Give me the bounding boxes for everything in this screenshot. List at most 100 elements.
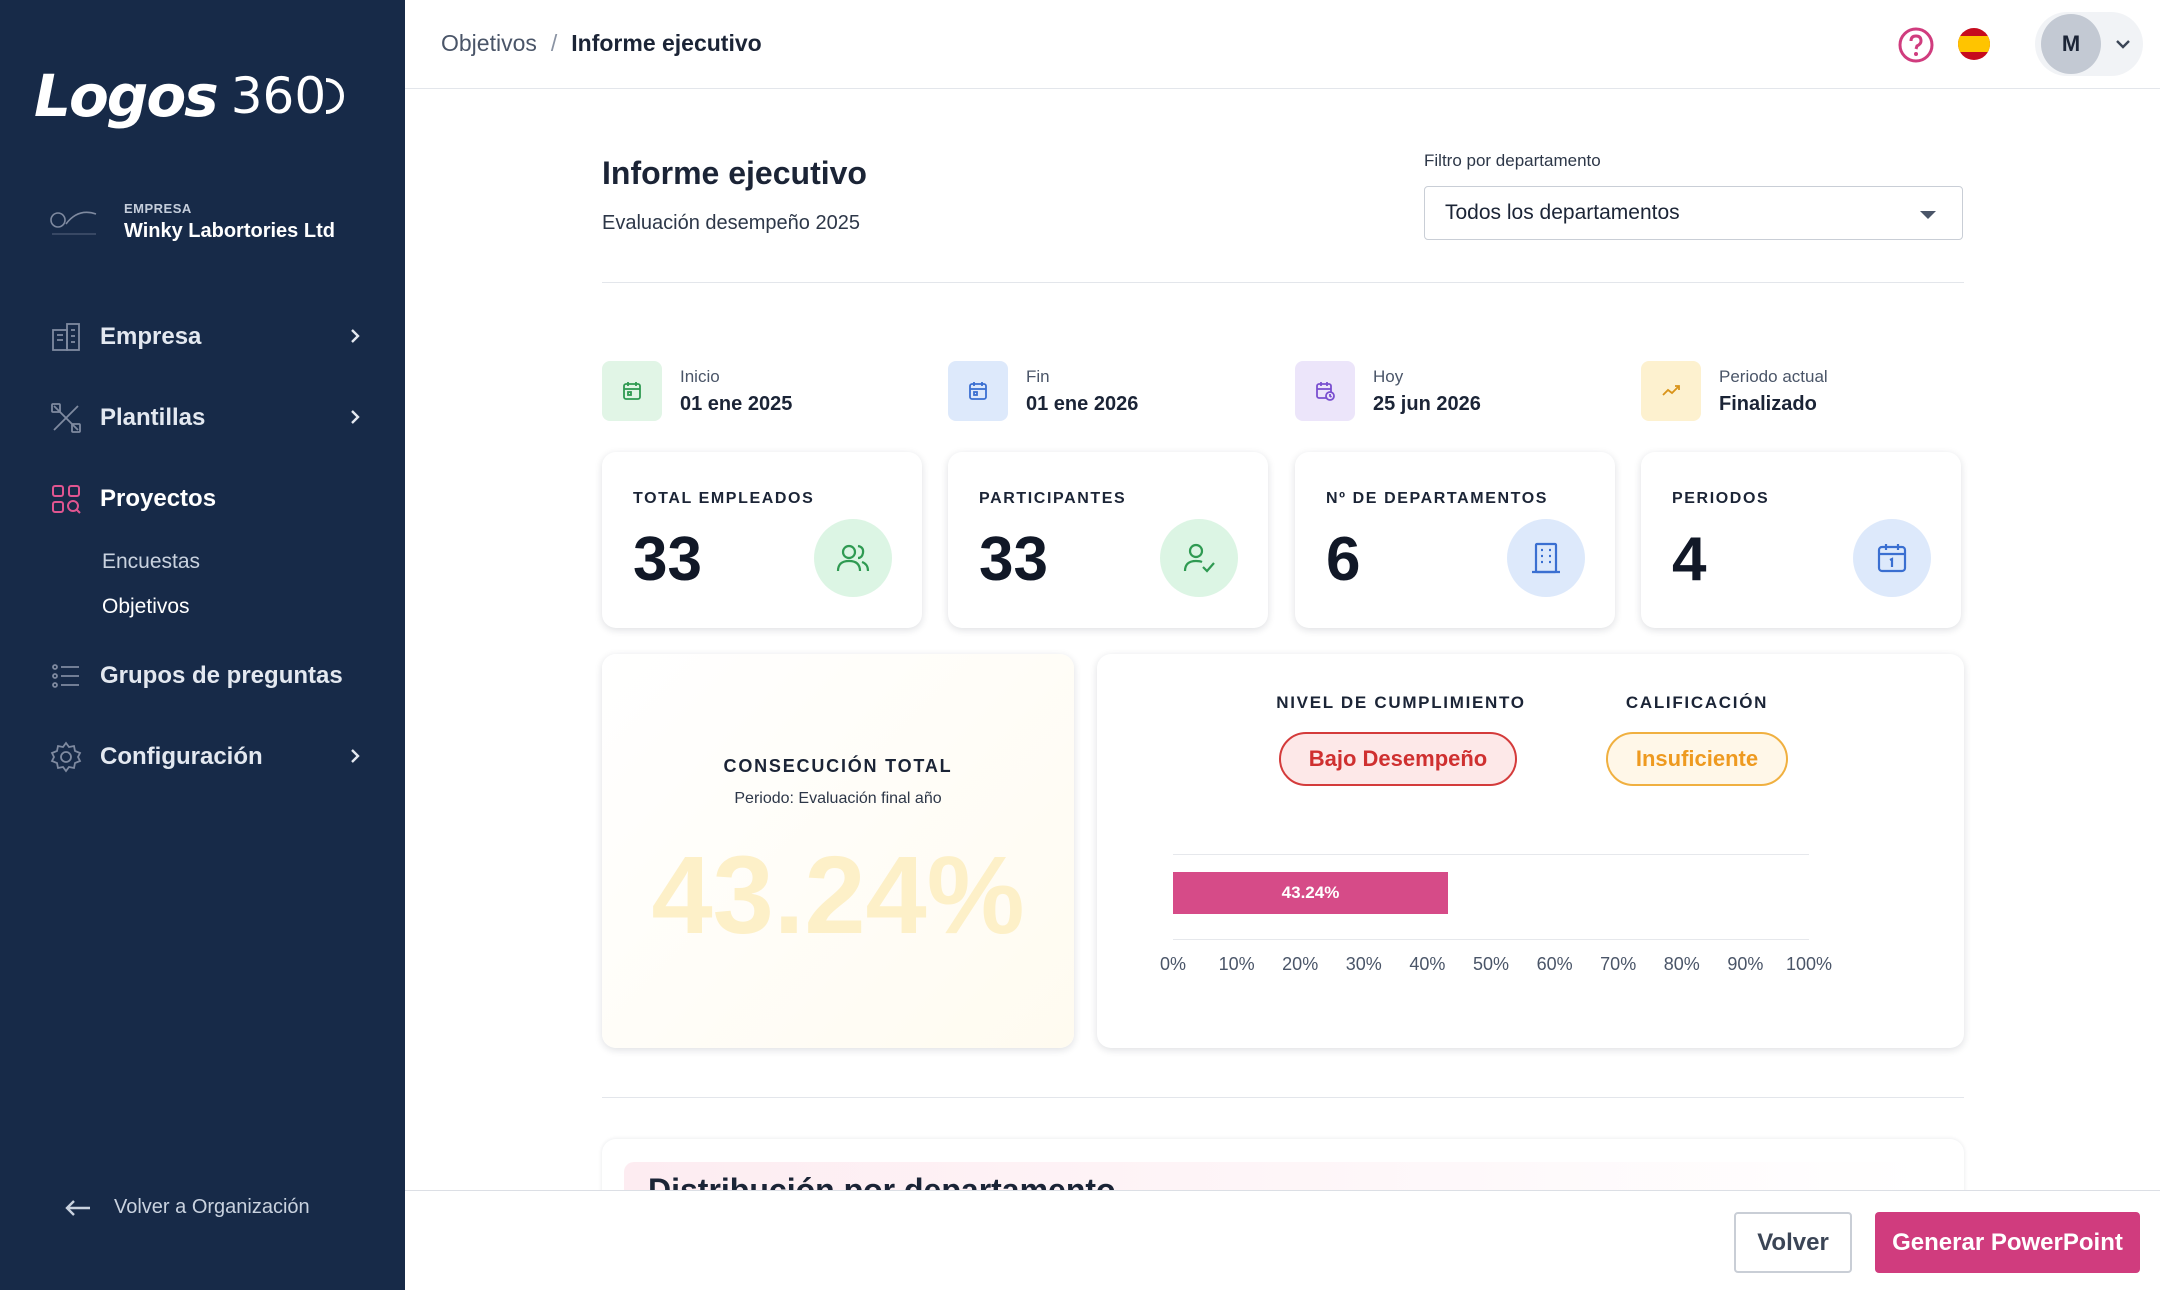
chevron-right-icon: [351, 749, 360, 763]
trend-up-icon: [1641, 361, 1701, 421]
meta-period-value: Finalizado: [1719, 392, 1817, 415]
main-content: Informe ejecutivo Evaluación desempeño 2…: [405, 89, 2160, 1190]
sidebar-item-label: Grupos de preguntas: [100, 661, 343, 689]
spain-flag-icon[interactable]: [1958, 28, 1990, 60]
gear-icon: [48, 739, 84, 775]
logo-swirl-icon: [325, 78, 345, 114]
total-achievement-value: 43.24%: [651, 834, 1025, 957]
sidebar-nav: Empresa Plantillas Proyectos Encuestas O…: [0, 296, 405, 797]
logo-number: 360: [230, 67, 327, 125]
grade-label: CALIFICACIÓN: [1625, 693, 1769, 712]
breadcrumb: Objetivos / Informe ejecutivo: [441, 30, 762, 57]
generate-powerpoint-button[interactable]: Generar PowerPoint: [1875, 1212, 2140, 1273]
compliance-level-label: NIVEL DE CUMPLIMIENTO: [1276, 693, 1526, 712]
compliance-bar-chart: 43.24%: [1173, 854, 1809, 940]
chart-tick-label: 10%: [1218, 954, 1255, 974]
avatar: M: [2041, 14, 2101, 74]
grade-badge: Insuficiente: [1606, 732, 1788, 786]
total-achievement-label: CONSECUCIÓN TOTAL: [723, 756, 953, 776]
arrow-left-icon: [65, 1199, 90, 1216]
building-icon: [48, 319, 84, 355]
meta-start-label: Inicio: [680, 366, 720, 386]
back-to-organization-label: Volver a Organización: [114, 1196, 310, 1218]
meta-start-value: 01 ene 2025: [680, 392, 793, 415]
stat-value: 33: [633, 525, 702, 594]
calendar-icon: [602, 361, 662, 421]
sidebar-item-proyectos[interactable]: Proyectos: [0, 458, 405, 539]
department-distribution-card: Distribución por departamento: [602, 1139, 1964, 1190]
meta-period-label: Periodo actual: [1719, 366, 1828, 386]
user-menu[interactable]: M: [2035, 12, 2143, 76]
sidebar-item-grupos-de-preguntas[interactable]: Grupos de preguntas: [0, 635, 405, 716]
stat-card-employees: TOTAL EMPLEADOS 33: [602, 452, 922, 628]
chart-tick-label: 30%: [1345, 954, 1382, 974]
total-achievement-period: Periodo: Evaluación final año: [734, 790, 942, 807]
breadcrumb-current: Informe ejecutivo: [571, 30, 762, 56]
calendar-icon: [1853, 519, 1931, 597]
sidebar-item-empresa[interactable]: Empresa: [0, 296, 405, 377]
user-check-icon: [1160, 519, 1238, 597]
compliance-level-card: NIVEL DE CUMPLIMIENTO Bajo Desempeño CAL…: [1097, 654, 1964, 1048]
chart-tick-label: 70%: [1600, 954, 1637, 974]
meta-start: Inicio 01 ene 2025: [602, 361, 792, 421]
caret-down-icon: [1920, 211, 1936, 219]
breadcrumb-parent-link[interactable]: Objetivos: [441, 30, 537, 57]
department-filter-label: Filtro por departamento: [1424, 151, 1601, 170]
company-name: Winky Labortories Ltd: [124, 220, 335, 242]
page-title: Informe ejecutivo: [602, 155, 867, 191]
back-button[interactable]: Volver: [1734, 1212, 1852, 1273]
chart-tick-label: 50%: [1472, 954, 1510, 974]
stat-label: TOTAL EMPLEADOS: [633, 490, 815, 507]
compliance-level-badge: Bajo Desempeño: [1279, 732, 1517, 786]
help-icon[interactable]: [1897, 26, 1935, 64]
stat-card-periods: PERIODOS 4: [1641, 452, 1961, 628]
divider: [602, 282, 1964, 283]
sidebar-item-label: Empresa: [100, 322, 202, 350]
stat-label: PERIODOS: [1672, 490, 1770, 507]
logo[interactable]: Logos 360: [34, 62, 345, 130]
meta-period: Periodo actual Finalizado: [1641, 361, 1828, 421]
department-filter-select[interactable]: Todos los departamentos: [1424, 186, 1963, 240]
stat-card-participants: PARTICIPANTES 33: [948, 452, 1268, 628]
chart-tick-label: 20%: [1282, 954, 1319, 974]
sidebar-item-plantillas[interactable]: Plantillas: [0, 377, 405, 458]
company-logo-icon: [44, 200, 104, 244]
chevron-down-icon: [2116, 40, 2130, 49]
meta-end-value: 01 ene 2026: [1026, 392, 1139, 415]
back-to-organization-link[interactable]: Volver a Organización: [64, 1196, 310, 1219]
chart-tick-label: 100%: [1785, 954, 1833, 974]
total-achievement-card: CONSECUCIÓN TOTAL Periodo: Evaluación fi…: [602, 654, 1074, 1048]
sidebar-item-label: Configuración: [100, 742, 263, 770]
chart-tick-label: 90%: [1727, 954, 1764, 974]
meta-end-label: Fin: [1026, 366, 1050, 386]
chart-bar: 43.24%: [1173, 872, 1448, 914]
page-subtitle: Evaluación desempeño 2025: [602, 212, 860, 234]
office-building-icon: [1507, 519, 1585, 597]
action-footer: Volver Generar PowerPoint: [405, 1190, 2160, 1290]
sidebar: Logos 360 EMPRESA Winky Labortories Ltd: [0, 0, 405, 1290]
sidebar-item-configuracion[interactable]: Configuración: [0, 716, 405, 797]
meta-end: Fin 01 ene 2026: [948, 361, 1138, 421]
chart-grid-line: [1173, 854, 1809, 855]
sidebar-subitem-objetivos[interactable]: Objetivos: [0, 584, 405, 629]
company-selector[interactable]: EMPRESA Winky Labortories Ltd: [44, 200, 335, 244]
users-icon: [814, 519, 892, 597]
meta-today-value: 25 jun 2026: [1373, 392, 1481, 415]
calendar-clock-icon: [1295, 361, 1355, 421]
stat-value: 33: [979, 525, 1048, 594]
chevron-right-icon: [351, 410, 360, 424]
divider: [602, 1097, 1964, 1098]
sidebar-subitem-encuestas[interactable]: Encuestas: [0, 539, 405, 584]
department-filter-value: Todos los departamentos: [1445, 201, 1680, 224]
meta-today-label: Hoy: [1373, 366, 1404, 386]
chart-tick-label: 40%: [1409, 954, 1446, 974]
stat-card-departments: Nº DE DEPARTAMENTOS 6: [1295, 452, 1615, 628]
tools-icon: [48, 400, 84, 436]
chart-axis-line: [1173, 939, 1809, 940]
topbar: Objetivos / Informe ejecutivo M: [405, 0, 2160, 89]
calendar-icon: [948, 361, 1008, 421]
stat-value: 6: [1326, 525, 1361, 594]
department-distribution-title: Distribución por departamento: [648, 1172, 1116, 1190]
breadcrumb-separator: /: [550, 30, 558, 56]
company-label: EMPRESA: [124, 201, 192, 216]
